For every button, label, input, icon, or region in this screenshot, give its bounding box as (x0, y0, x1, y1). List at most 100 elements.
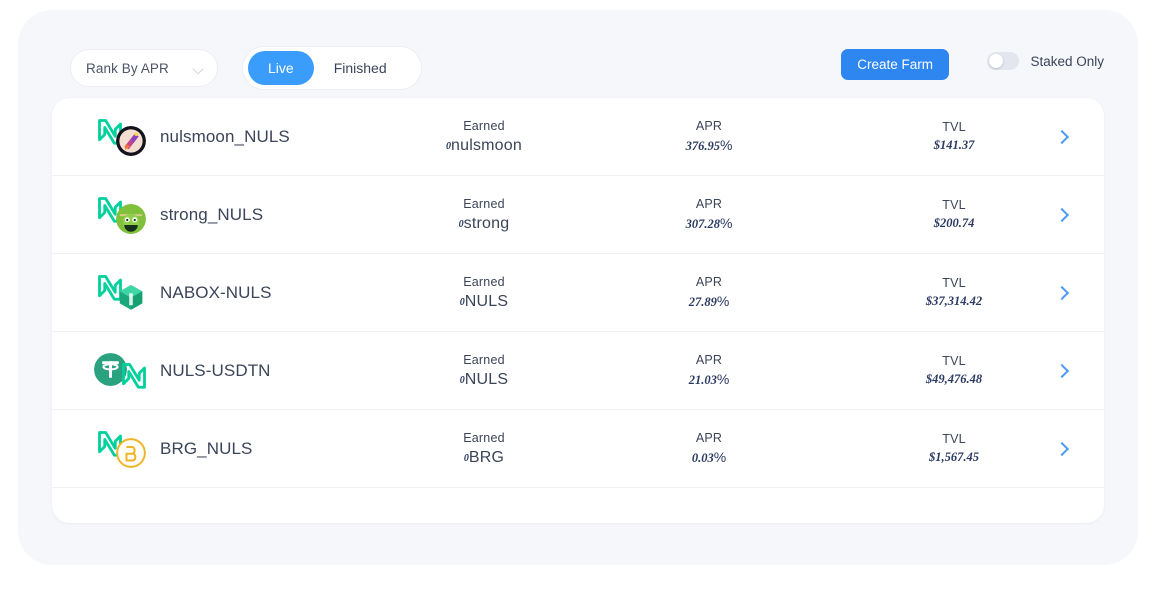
farm-earned-label: Earned (463, 430, 505, 445)
farm-tvl-label: TVL (942, 276, 966, 290)
toolbar: Rank By APR Live Finished Create Farm St… (52, 44, 1104, 90)
farm-row[interactable]: NABOX-NULS Earned 0NULS APR 27.89% TVL $37,314… (52, 254, 1104, 332)
staked-only-toggle[interactable] (987, 52, 1020, 70)
status-tabs: Live Finished (242, 46, 422, 90)
farm-row[interactable]: BRG_NULS Earned 0BRG APR 0.03% TVL $1,567.45 (52, 410, 1104, 488)
farm-pair-icons (94, 193, 156, 237)
strong-token-icon (116, 204, 146, 234)
nabox-token-icon (116, 282, 146, 312)
farm-pair-icons (94, 271, 156, 315)
farm-earned-value: 0BRG (405, 449, 563, 467)
farm-apr-number: 376.95 (685, 139, 720, 153)
farm-tvl-label: TVL (942, 198, 966, 212)
farm-earned-value: 0nulsmoon (405, 137, 563, 155)
farm-pair: BRG_NULS (94, 410, 252, 488)
farm-pair: strong_NULS (94, 176, 263, 254)
tab-live[interactable]: Live (248, 51, 314, 85)
farm-earned-label: Earned (463, 118, 505, 133)
farm-tvl-label: TVL (942, 354, 966, 368)
farm-tvl-value: $141.37 (933, 138, 975, 152)
farm-earned-value: 0NULS (405, 371, 563, 389)
farm-tvl-label: TVL (942, 432, 966, 446)
farm-earned-cell: Earned 0NULS (405, 353, 563, 389)
farm-apr-cell: APR 21.03% (630, 353, 788, 388)
farm-tvl-cell: TVL $1,567.45 (875, 432, 1033, 465)
farm-pair-name: BRG_NULS (160, 439, 253, 458)
rank-by-select[interactable]: Rank By APR (70, 49, 218, 87)
tab-finished[interactable]: Finished (314, 51, 407, 85)
farm-tvl-cell: TVL $200.74 (875, 198, 1033, 231)
farm-tvl-label: TVL (942, 120, 966, 134)
farm-pair-icons (94, 349, 156, 393)
app-container: Rank By APR Live Finished Create Farm St… (18, 10, 1138, 565)
chevron-down-icon (193, 65, 204, 72)
chevron-right-icon[interactable] (1056, 209, 1068, 221)
farm-row[interactable]: strong_NULS Earned 0strong APR 307.28% TVL $20… (52, 176, 1104, 254)
farm-tvl-cell: TVL $141.37 (875, 120, 1033, 153)
farm-tvl-cell: TVL $49,476.48 (875, 354, 1033, 387)
chevron-right-icon[interactable] (1056, 443, 1068, 455)
farm-tvl-cell: TVL $37,314.42 (875, 276, 1033, 309)
farm-apr-cell: APR 27.89% (630, 275, 788, 310)
farm-earned-symbol: strong (463, 214, 510, 232)
farm-earned-label: Earned (463, 274, 505, 289)
farm-apr-cell: APR 0.03% (630, 431, 788, 466)
farm-earned-cell: Earned 0nulsmoon (405, 119, 563, 155)
farm-apr-value: 307.28% (630, 215, 788, 232)
farm-apr-number: 0.03 (691, 451, 714, 465)
brg-token-icon (116, 438, 146, 468)
farm-earned-symbol: NULS (464, 370, 509, 388)
farm-earned-cell: Earned 0BRG (405, 431, 563, 467)
farm-pair-name: nulsmoon_NULS (160, 127, 290, 146)
farm-tvl-value: $49,476.48 (925, 372, 983, 386)
farm-tvl-value: $37,314.42 (925, 294, 983, 308)
farm-apr-label: APR (695, 275, 723, 289)
nuls-icon (120, 361, 148, 391)
farm-apr-unit: % (719, 137, 733, 153)
farm-pair: nulsmoon_NULS (94, 98, 290, 176)
create-farm-button[interactable]: Create Farm (841, 49, 949, 80)
farm-pair: NULS-USDTN (94, 332, 271, 410)
farm-list-card: nulsmoon_NULS Earned 0nulsmoon APR 376.95% TV… (52, 98, 1104, 523)
farm-pair-name: NULS-USDTN (160, 361, 271, 380)
farm-apr-value: 21.03% (630, 371, 788, 388)
farm-apr-cell: APR 307.28% (630, 197, 788, 232)
staked-only-label: Staked Only (1030, 53, 1104, 69)
farm-earned-symbol: BRG (468, 448, 505, 466)
chevron-right-icon[interactable] (1056, 131, 1068, 143)
farm-row[interactable]: NULS-USDTN Earned 0NULS APR 21.03% TVL $49,476… (52, 332, 1104, 410)
farm-pair-name: strong_NULS (160, 205, 264, 224)
farm-apr-value: 376.95% (630, 137, 788, 154)
farm-pair-icons (94, 115, 156, 159)
farm-tvl-value: $200.74 (933, 216, 975, 230)
rank-by-select-value: Rank By APR (86, 60, 169, 76)
farm-earned-value: 0strong (405, 215, 563, 233)
farm-apr-cell: APR 376.95% (630, 119, 788, 154)
chevron-right-icon[interactable] (1056, 365, 1068, 377)
farm-apr-unit: % (716, 293, 730, 309)
farm-earned-label: Earned (463, 196, 505, 211)
farm-apr-value: 27.89% (630, 293, 788, 310)
farm-apr-label: APR (695, 431, 723, 445)
farm-apr-label: APR (695, 197, 723, 211)
farm-earned-cell: Earned 0NULS (405, 275, 563, 311)
farm-pair-icons (94, 427, 156, 471)
farm-apr-number: 307.28 (685, 217, 720, 231)
farm-row[interactable]: nulsmoon_NULS Earned 0nulsmoon APR 376.95% TV… (52, 98, 1104, 176)
farm-tvl-value: $1,567.45 (929, 450, 979, 464)
toggle-knob (989, 54, 1004, 68)
nulsmoon-token-icon (116, 126, 146, 156)
staked-only-control: Staked Only (987, 52, 1104, 70)
farm-earned-label: Earned (463, 352, 505, 367)
farm-apr-value: 0.03% (630, 449, 788, 466)
farm-earned-symbol: nulsmoon (451, 136, 522, 154)
farm-pair: NABOX-NULS (94, 254, 272, 332)
farm-earned-symbol: NULS (464, 292, 509, 310)
farm-apr-label: APR (695, 353, 723, 367)
farm-earned-cell: Earned 0strong (405, 197, 563, 233)
farm-apr-number: 21.03 (688, 373, 717, 387)
farm-apr-label: APR (695, 119, 723, 133)
farm-earned-value: 0NULS (405, 293, 563, 311)
chevron-right-icon[interactable] (1056, 287, 1068, 299)
farm-apr-number: 27.89 (688, 295, 717, 309)
